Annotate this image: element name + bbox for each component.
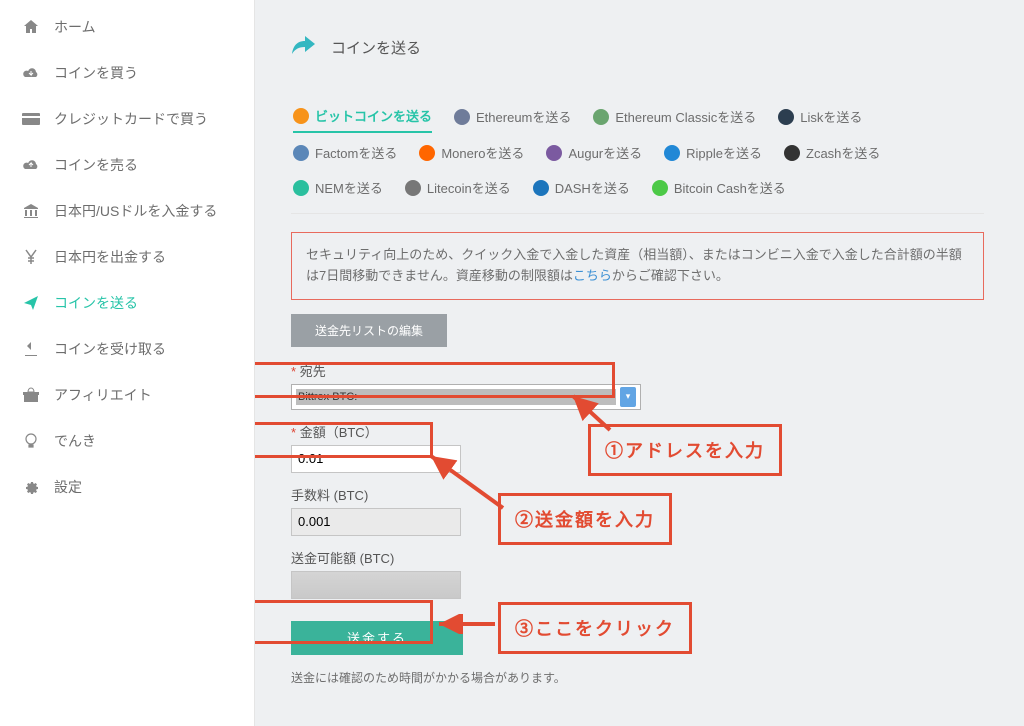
coin-icon <box>533 180 549 196</box>
coin-icon <box>652 180 668 196</box>
coin-tab-label: Moneroを送る <box>441 143 524 162</box>
coin-tab[interactable]: Ethereumを送る <box>454 106 571 133</box>
coin-icon <box>454 109 470 125</box>
coin-icon <box>784 145 800 161</box>
coin-tab-label: Ethereum Classicを送る <box>615 107 756 126</box>
select-toggle-icon[interactable]: ▾ <box>620 387 636 407</box>
coin-tab[interactable]: DASHを送る <box>533 178 630 203</box>
field-amount: * 金額（BTC） <box>291 422 984 473</box>
sidebar-item-buy-coin[interactable]: コインを買う <box>0 50 254 96</box>
coin-tab-label: Factomを送る <box>315 143 397 162</box>
gift-icon <box>22 386 40 404</box>
coin-tab-label: Liskを送る <box>800 107 862 126</box>
field-destination: * 宛先 Bittrex BTC: ▾ <box>291 361 984 410</box>
yen-icon <box>22 248 40 266</box>
coin-tab[interactable]: Litecoinを送る <box>405 178 511 203</box>
coin-tab[interactable]: Ethereum Classicを送る <box>593 106 756 133</box>
field-fee: 手数料 (BTC) <box>291 485 984 536</box>
coin-tab-label: Rippleを送る <box>686 143 762 162</box>
sidebar-item-affiliate[interactable]: アフィリエイト <box>0 372 254 418</box>
destination-value: Bittrex BTC: <box>296 389 616 405</box>
coin-tab[interactable]: Factomを送る <box>293 143 397 168</box>
download-icon <box>22 340 40 358</box>
amount-input[interactable] <box>291 445 461 473</box>
page-title: コインを送る <box>331 37 421 58</box>
coin-icon <box>405 180 421 196</box>
coin-tab[interactable]: Bitcoin Cashを送る <box>652 178 786 203</box>
page-header: コインを送る <box>291 34 984 60</box>
coin-icon <box>293 145 309 161</box>
destination-label: 宛先 <box>300 364 326 379</box>
sidebar-item-send-coin[interactable]: コインを送る <box>0 280 254 326</box>
sidebar-item-label: クレジットカードで買う <box>54 109 208 129</box>
sidebar-item-denki[interactable]: でんき <box>0 418 254 464</box>
coin-tab-label: Augurを送る <box>568 143 642 162</box>
coin-icon <box>664 145 680 161</box>
send-button[interactable]: 送金する <box>291 621 463 655</box>
fee-display <box>291 508 461 536</box>
coin-tab-label: NEMを送る <box>315 178 383 197</box>
bank-icon <box>22 202 40 220</box>
sidebar-item-receive-coin[interactable]: コインを受け取る <box>0 326 254 372</box>
coin-icon <box>293 180 309 196</box>
coin-tab[interactable]: Liskを送る <box>778 106 862 133</box>
annotation-label-3: ③ここをクリック <box>498 602 692 654</box>
forward-arrow-icon <box>291 34 317 60</box>
send-icon <box>22 294 40 312</box>
sidebar: ホーム コインを買う クレジットカードで買う コインを売る 日本円/USドルを入… <box>0 0 255 726</box>
edit-destination-list-button[interactable]: 送金先リストの編集 <box>291 314 447 347</box>
sidebar-item-settings[interactable]: 設定 <box>0 464 254 510</box>
home-icon <box>22 18 40 36</box>
coin-tab-label: Ethereumを送る <box>476 107 571 126</box>
sidebar-item-sell-coin[interactable]: コインを売る <box>0 142 254 188</box>
coin-tab-label: Zcashを送る <box>806 143 880 162</box>
foot-note: 送金には確認のため時間がかかる場合があります。 <box>291 669 984 686</box>
cloud-download-icon <box>22 64 40 82</box>
coin-icon <box>593 109 609 125</box>
coin-icon <box>778 109 794 125</box>
sidebar-item-label: コインを送る <box>54 293 138 313</box>
gear-icon <box>22 478 40 496</box>
coin-tab-label: Litecoinを送る <box>427 178 511 197</box>
sidebar-item-label: アフィリエイト <box>54 385 152 405</box>
security-notice: セキュリティ向上のため、クイック入金で入金した資産（相当額）、またはコンビニ入金… <box>291 232 984 300</box>
sidebar-item-withdraw-fiat[interactable]: 日本円を出金する <box>0 234 254 280</box>
sidebar-item-credit[interactable]: クレジットカードで買う <box>0 96 254 142</box>
coin-tab[interactable]: Augurを送る <box>546 143 642 168</box>
coin-tab[interactable]: Zcashを送る <box>784 143 880 168</box>
sidebar-item-label: でんき <box>54 431 96 451</box>
coin-tab[interactable]: ビットコインを送る <box>293 106 432 133</box>
sidebar-item-label: コインを買う <box>54 63 138 83</box>
amount-label: 金額（BTC） <box>300 425 378 440</box>
sidebar-item-label: コインを売る <box>54 155 138 175</box>
sidebar-item-label: コインを受け取る <box>54 339 166 359</box>
fee-label: 手数料 (BTC) <box>291 485 984 504</box>
coin-tab-label: Bitcoin Cashを送る <box>674 178 786 197</box>
sidebar-item-label: 日本円を出金する <box>54 247 166 267</box>
notice-link[interactable]: こちら <box>573 268 612 283</box>
coin-tab[interactable]: NEMを送る <box>293 178 383 203</box>
sidebar-item-label: 設定 <box>54 477 82 497</box>
coin-icon <box>419 145 435 161</box>
notice-text: からご確認下さい。 <box>612 268 729 283</box>
sidebar-item-label: ホーム <box>54 17 96 37</box>
bulb-icon <box>22 432 40 450</box>
available-label: 送金可能額 (BTC) <box>291 548 984 567</box>
coin-tab[interactable]: Rippleを送る <box>664 143 762 168</box>
destination-select[interactable]: Bittrex BTC: ▾ <box>291 384 641 410</box>
coin-tabs: ビットコインを送る Ethereumを送る Ethereum Classicを送る L… <box>291 100 984 214</box>
cloud-upload-icon <box>22 156 40 174</box>
sidebar-item-label: 日本円/USドルを入金する <box>54 201 217 221</box>
available-display <box>291 571 461 599</box>
main-content: コインを送る ビットコインを送る Ethereumを送る Ethereum Clas… <box>255 0 1024 726</box>
coin-tab-label: DASHを送る <box>555 178 630 197</box>
card-icon <box>22 110 40 128</box>
coin-tab-label: ビットコインを送る <box>315 106 432 125</box>
sidebar-item-home[interactable]: ホーム <box>0 4 254 50</box>
coin-icon <box>293 108 309 124</box>
field-available: 送金可能額 (BTC) <box>291 548 984 599</box>
coin-icon <box>546 145 562 161</box>
sidebar-item-deposit-fiat[interactable]: 日本円/USドルを入金する <box>0 188 254 234</box>
coin-tab[interactable]: Moneroを送る <box>419 143 524 168</box>
